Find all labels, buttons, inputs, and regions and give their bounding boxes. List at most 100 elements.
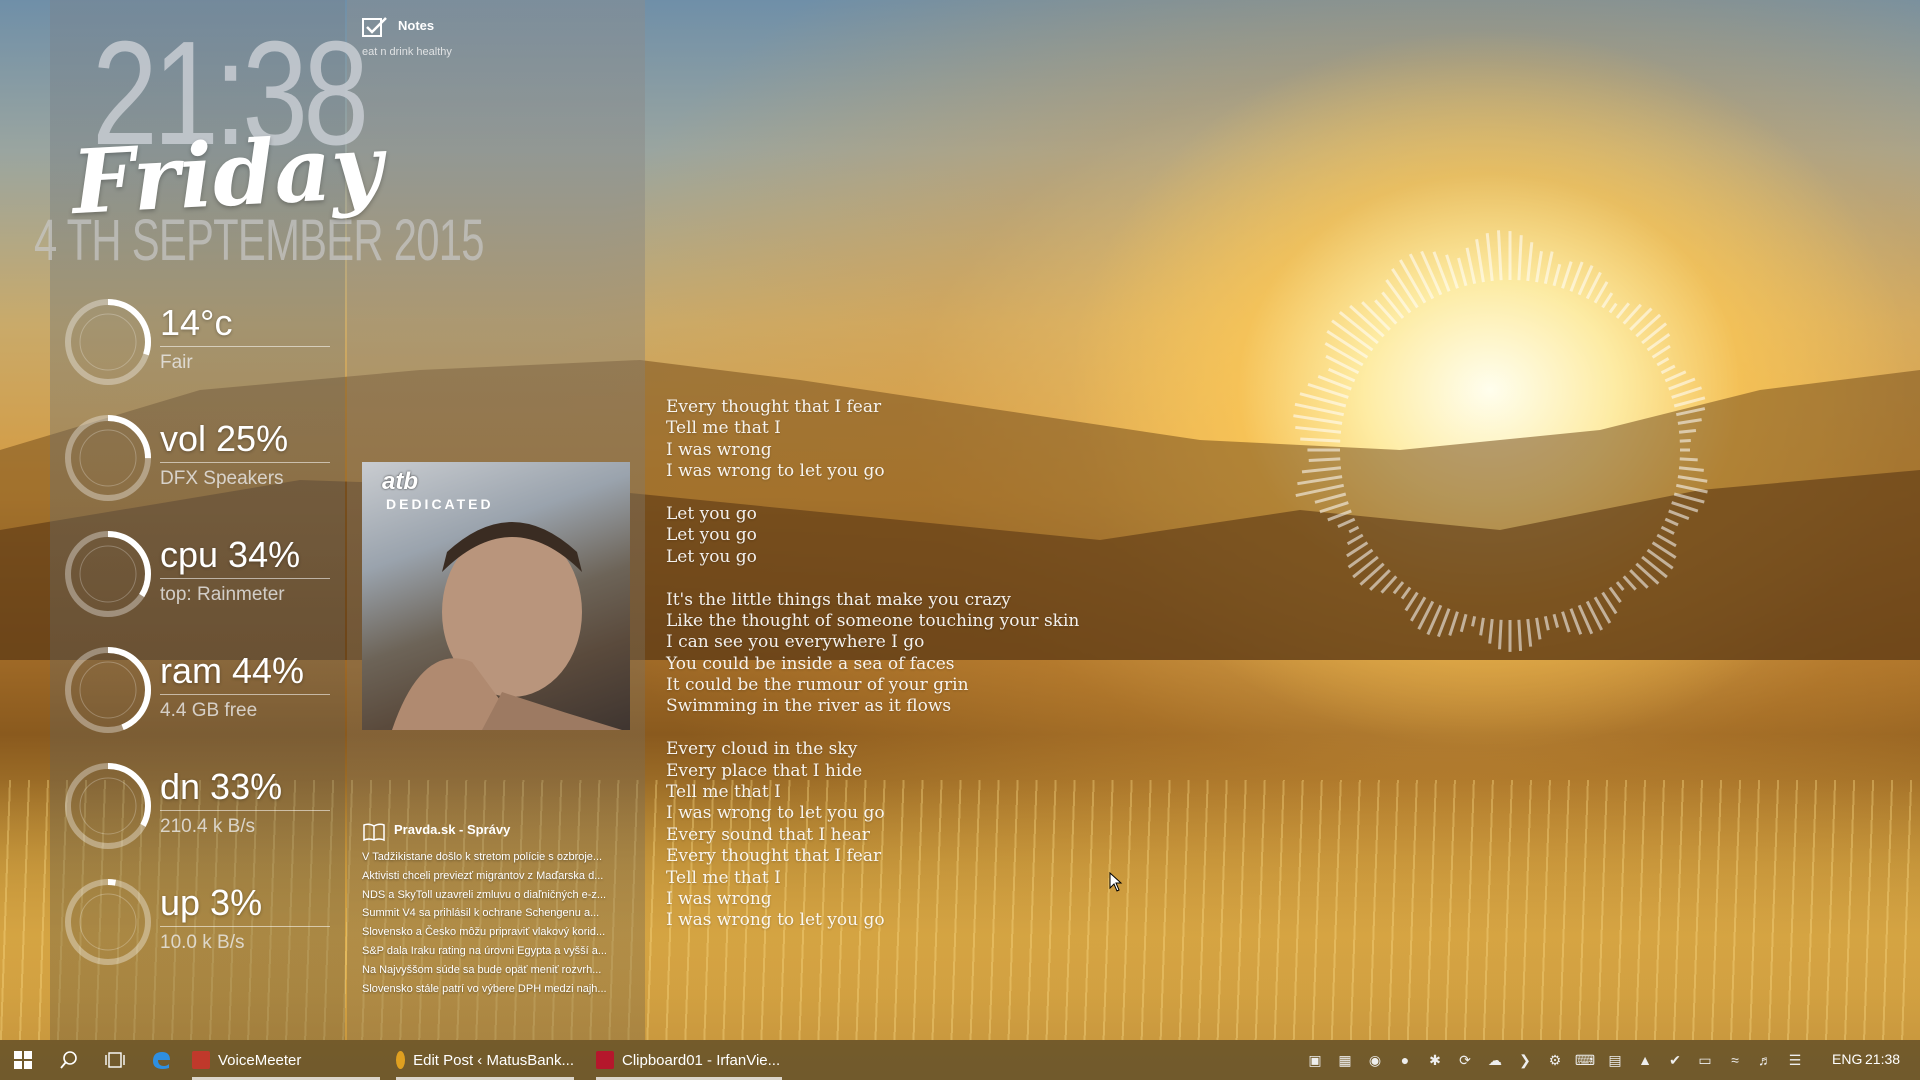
visualizer-bar <box>1327 509 1352 522</box>
weather-condition: Fair <box>160 352 193 373</box>
visualizer-bar <box>1561 261 1573 289</box>
taskbar-app-chrome[interactable]: Edit Post ‹ MatusBank... <box>396 1040 574 1080</box>
onedrive-icon[interactable]: ☁ <box>1486 1051 1504 1069</box>
visualizer-bar <box>1517 619 1523 652</box>
wifi-icon[interactable]: ≈ <box>1726 1051 1744 1069</box>
stat-download: dn 33% 210.4 k B/s <box>62 760 332 860</box>
task-view-button[interactable] <box>92 1040 138 1080</box>
droplet-icon[interactable]: ● <box>1396 1051 1414 1069</box>
voicemeeter-tray-icon[interactable]: ▦ <box>1336 1051 1354 1069</box>
taskbar-app-label: Edit Post ‹ MatusBank... <box>413 1051 574 1069</box>
lyric-line: Let you go <box>666 546 757 567</box>
visualizer-bar <box>1308 457 1341 463</box>
visualizer-bar <box>1380 575 1398 594</box>
lyric-line: Like the thought of someone touching you… <box>666 610 1080 631</box>
visualizer-bar <box>1651 344 1671 359</box>
news-item[interactable]: V Tadžikistane došlo k stretom polície s… <box>362 848 632 867</box>
taskbar-clock[interactable]: 21:38 <box>1865 1051 1900 1067</box>
visualizer-bar <box>1326 330 1369 359</box>
news-item[interactable]: NDS a SkyToll uzavreli zmluvu o diaľničn… <box>362 886 632 905</box>
taskbar-app-label: Clipboard01 - IrfanVie... <box>622 1051 781 1069</box>
start-button[interactable] <box>0 1040 46 1080</box>
mouse-cursor-icon <box>1109 872 1123 892</box>
audio-visualizer <box>1293 230 1708 652</box>
upload-ring-icon <box>65 879 151 965</box>
news-item[interactable]: Slovensko a Česko môžu pripraviť vlakový… <box>362 923 632 942</box>
battery-icon[interactable]: ▭ <box>1696 1051 1714 1069</box>
news-item[interactable]: Aktivisti chceli previezť migrantov z Ma… <box>362 867 632 886</box>
news-item[interactable]: S&P dala Iraku rating na úrovni Egypta a… <box>362 942 632 961</box>
visualizer-bar <box>1569 261 1584 292</box>
visualizer-bar <box>1608 586 1622 604</box>
keyboard-icon[interactable]: ⌨ <box>1575 1051 1595 1069</box>
visualizer-bar <box>1471 615 1477 627</box>
notes-text[interactable]: eat n drink healthy <box>362 46 452 58</box>
book-icon <box>363 823 385 842</box>
sync-icon[interactable]: ⟳ <box>1456 1051 1474 1069</box>
news-item[interactable]: Summit V4 sa prihlásil k ochrane Schenge… <box>362 904 632 923</box>
taskbar-app-irfanview[interactable]: Clipboard01 - IrfanVie... <box>596 1040 782 1080</box>
lyric-line: It could be the rumour of your grin <box>666 675 969 696</box>
action-center-icon[interactable]: ☰ <box>1786 1051 1804 1069</box>
visualizer-bar <box>1671 501 1699 513</box>
lyric-line: Tell me that I <box>666 867 781 888</box>
visualizer-bar <box>1679 457 1698 462</box>
visualizer-bar <box>1319 501 1349 514</box>
visualizer-bar <box>1660 364 1676 375</box>
visualizer-bar <box>1400 586 1412 600</box>
upload-usage: up 3% <box>160 882 263 923</box>
visualizer-bar <box>1543 251 1554 285</box>
visualizer-bar <box>1675 407 1706 417</box>
news-feed-title[interactable]: Pravda.sk - Správy <box>394 822 510 837</box>
visualizer-bar <box>1465 247 1477 285</box>
visualizer-bar <box>1457 257 1468 287</box>
dfx-icon[interactable]: ◉ <box>1366 1051 1384 1069</box>
display-icon[interactable]: ▣ <box>1306 1051 1324 1069</box>
taskbar-app-label: VoiceMeeter <box>218 1051 302 1069</box>
visualizer-bar <box>1399 259 1427 304</box>
visualizer-bar <box>1677 418 1702 425</box>
visualizer-bar <box>1346 533 1364 546</box>
album-art[interactable]: atb DEDICATED <box>362 462 630 730</box>
visualizer-bar <box>1675 483 1708 494</box>
volume-icon[interactable]: ♬ <box>1756 1051 1774 1069</box>
visualizer-bar <box>1561 611 1571 633</box>
edge-button[interactable] <box>138 1040 184 1080</box>
plex-icon[interactable]: ❯ <box>1516 1051 1534 1069</box>
visualizer-bar <box>1678 466 1704 472</box>
nvidia-icon[interactable]: ▲ <box>1636 1051 1654 1069</box>
visualizer-bar <box>1475 239 1485 283</box>
visualizer-bar <box>1408 253 1435 300</box>
lyric-line: Tell me that I <box>666 418 781 439</box>
chrome-icon <box>396 1051 406 1069</box>
update-icon[interactable]: ✔ <box>1666 1051 1684 1069</box>
lyric-line: Every thought that I fear <box>666 397 882 417</box>
taskbar-app-voicemeeter[interactable]: VoiceMeeter <box>192 1040 380 1080</box>
visualizer-bar <box>1668 509 1690 521</box>
visualizer-bar <box>1608 302 1618 314</box>
visualizer-bar <box>1459 613 1468 633</box>
visualizer-bar <box>1337 517 1356 528</box>
cpu-ring-icon <box>65 531 151 617</box>
language-indicator[interactable]: ENG <box>1832 1051 1862 1067</box>
clock-day: Friday <box>69 113 385 235</box>
lyric-line: Every cloud in the sky <box>666 739 858 760</box>
bluetooth-icon[interactable]: ✱ <box>1426 1051 1444 1069</box>
search-button[interactable] <box>46 1040 92 1080</box>
visualizer-bar <box>1485 233 1494 282</box>
visualizer-bar <box>1392 581 1405 595</box>
visualizer-bar <box>1664 517 1679 527</box>
cpu-usage: cpu 34% <box>160 534 301 575</box>
network-monitor-icon[interactable]: ▤ <box>1606 1051 1624 1069</box>
visualizer-bar <box>1324 342 1364 367</box>
visualizer-bar <box>1517 235 1523 281</box>
lyric-line: Every thought that I fear <box>666 846 882 867</box>
news-item[interactable]: Na Najvyššom súde sa bude opäť meniť roz… <box>362 961 632 980</box>
lyric-line: Every place that I hide <box>666 760 863 781</box>
checkbox-icon <box>362 17 387 37</box>
steam-icon[interactable]: ⚙ <box>1546 1051 1564 1069</box>
lyric-line: I can see you everywhere I go <box>666 632 925 653</box>
news-item[interactable]: Slovensko stále patrí vo výbere DPH medz… <box>362 980 632 999</box>
stat-weather: 14°c Fair <box>62 296 332 396</box>
visualizer-bar <box>1391 268 1419 309</box>
